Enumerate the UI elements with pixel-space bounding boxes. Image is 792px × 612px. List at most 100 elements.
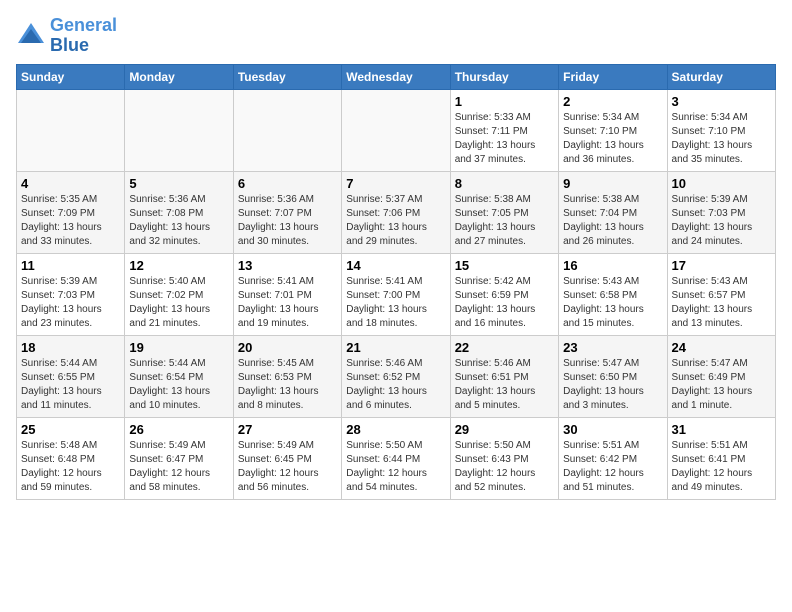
day-number: 5 [129,176,228,191]
day-info: Sunrise: 5:49 AM Sunset: 6:45 PM Dayligh… [238,439,337,495]
day-number: 13 [238,258,337,273]
day-info: Sunrise: 5:46 AM Sunset: 6:52 PM Dayligh… [346,357,445,413]
day-number: 1 [455,94,554,109]
day-number: 11 [21,258,120,273]
calendar-cell [342,89,450,171]
calendar-cell: 8 Sunrise: 5:38 AM Sunset: 7:05 PM Daylig… [450,171,558,253]
day-number: 23 [563,340,662,355]
calendar-cell: 12 Sunrise: 5:40 AM Sunset: 7:02 PM Dayli… [125,253,233,335]
calendar-cell: 29 Sunrise: 5:50 AM Sunset: 6:43 PM Dayli… [450,417,558,499]
weekday-header: Sunday [17,64,125,89]
calendar-cell: 10Sunrise: 5:39 AM Sunset: 7:03 PM Dayli… [667,171,775,253]
calendar-cell: 6Sunrise: 5:36 AM Sunset: 7:07 PM Daylig… [233,171,341,253]
day-number: 21 [346,340,445,355]
day-number: 28 [346,422,445,437]
day-info: Sunrise: 5:47 AM Sunset: 6:49 PM Dayligh… [672,357,771,413]
day-info: Sunrise: 5:41 AM Sunset: 7:00 PM Dayligh… [346,275,445,331]
calendar-cell: 18 Sunrise: 5:44 AM Sunset: 6:55 PM Dayli… [17,335,125,417]
page-header: General Blue [16,16,776,56]
weekday-header: Monday [125,64,233,89]
calendar-cell: 28Sunrise: 5:50 AM Sunset: 6:44 PM Dayli… [342,417,450,499]
day-number: 19 [129,340,228,355]
day-number: 9 [563,176,662,191]
calendar-week: 4Sunrise: 5:35 AM Sunset: 7:09 PM Daylig… [17,171,776,253]
day-number: 12 [129,258,228,273]
day-number: 4 [21,176,120,191]
logo-text: General Blue [50,16,117,56]
day-number: 27 [238,422,337,437]
day-info: Sunrise: 5:34 AM Sunset: 7:10 PM Dayligh… [672,111,771,167]
header-row: SundayMondayTuesdayWednesdayThursdayFrid… [17,64,776,89]
logo: General Blue [16,16,117,56]
calendar-cell: 3 Sunrise: 5:34 AM Sunset: 7:10 PM Daylig… [667,89,775,171]
weekday-header: Friday [559,64,667,89]
calendar-cell: 17 Sunrise: 5:43 AM Sunset: 6:57 PM Dayli… [667,253,775,335]
day-number: 17 [672,258,771,273]
calendar-cell: 19 Sunrise: 5:44 AM Sunset: 6:54 PM Dayli… [125,335,233,417]
calendar-cell: 7 Sunrise: 5:37 AM Sunset: 7:06 PM Daylig… [342,171,450,253]
calendar-cell: 4Sunrise: 5:35 AM Sunset: 7:09 PM Daylig… [17,171,125,253]
calendar-cell: 24Sunrise: 5:47 AM Sunset: 6:49 PM Dayli… [667,335,775,417]
day-number: 14 [346,258,445,273]
day-info: Sunrise: 5:45 AM Sunset: 6:53 PM Dayligh… [238,357,337,413]
day-info: Sunrise: 5:34 AM Sunset: 7:10 PM Dayligh… [563,111,662,167]
logo-icon [16,21,46,51]
calendar-week: 1 Sunrise: 5:33 AM Sunset: 7:11 PM Daylig… [17,89,776,171]
day-info: Sunrise: 5:49 AM Sunset: 6:47 PM Dayligh… [129,439,228,495]
day-number: 7 [346,176,445,191]
day-number: 30 [563,422,662,437]
weekday-header: Tuesday [233,64,341,89]
day-info: Sunrise: 5:33 AM Sunset: 7:11 PM Dayligh… [455,111,554,167]
calendar-table: SundayMondayTuesdayWednesdayThursdayFrid… [16,64,776,500]
calendar-cell [233,89,341,171]
calendar-cell: 27 Sunrise: 5:49 AM Sunset: 6:45 PM Dayli… [233,417,341,499]
calendar-cell: 13Sunrise: 5:41 AM Sunset: 7:01 PM Dayli… [233,253,341,335]
day-info: Sunrise: 5:51 AM Sunset: 6:41 PM Dayligh… [672,439,771,495]
day-number: 20 [238,340,337,355]
day-number: 15 [455,258,554,273]
day-info: Sunrise: 5:46 AM Sunset: 6:51 PM Dayligh… [455,357,554,413]
calendar-week: 18 Sunrise: 5:44 AM Sunset: 6:55 PM Dayli… [17,335,776,417]
day-number: 31 [672,422,771,437]
calendar-cell: 26 Sunrise: 5:49 AM Sunset: 6:47 PM Dayli… [125,417,233,499]
calendar-cell: 23 Sunrise: 5:47 AM Sunset: 6:50 PM Dayli… [559,335,667,417]
calendar-cell: 20 Sunrise: 5:45 AM Sunset: 6:53 PM Dayli… [233,335,341,417]
day-info: Sunrise: 5:43 AM Sunset: 6:57 PM Dayligh… [672,275,771,331]
day-number: 18 [21,340,120,355]
day-info: Sunrise: 5:39 AM Sunset: 7:03 PM Dayligh… [672,193,771,249]
day-number: 6 [238,176,337,191]
day-number: 25 [21,422,120,437]
day-number: 29 [455,422,554,437]
day-info: Sunrise: 5:44 AM Sunset: 6:55 PM Dayligh… [21,357,120,413]
day-info: Sunrise: 5:42 AM Sunset: 6:59 PM Dayligh… [455,275,554,331]
calendar-cell: 1 Sunrise: 5:33 AM Sunset: 7:11 PM Daylig… [450,89,558,171]
day-number: 2 [563,94,662,109]
day-number: 26 [129,422,228,437]
day-info: Sunrise: 5:38 AM Sunset: 7:04 PM Dayligh… [563,193,662,249]
calendar-cell: 30Sunrise: 5:51 AM Sunset: 6:42 PM Dayli… [559,417,667,499]
calendar-week: 25Sunrise: 5:48 AM Sunset: 6:48 PM Dayli… [17,417,776,499]
calendar-cell: 15 Sunrise: 5:42 AM Sunset: 6:59 PM Dayli… [450,253,558,335]
calendar-cell: 21 Sunrise: 5:46 AM Sunset: 6:52 PM Dayli… [342,335,450,417]
calendar-cell: 5 Sunrise: 5:36 AM Sunset: 7:08 PM Daylig… [125,171,233,253]
day-info: Sunrise: 5:36 AM Sunset: 7:08 PM Dayligh… [129,193,228,249]
day-info: Sunrise: 5:39 AM Sunset: 7:03 PM Dayligh… [21,275,120,331]
calendar-cell: 22Sunrise: 5:46 AM Sunset: 6:51 PM Dayli… [450,335,558,417]
day-info: Sunrise: 5:38 AM Sunset: 7:05 PM Dayligh… [455,193,554,249]
day-info: Sunrise: 5:50 AM Sunset: 6:43 PM Dayligh… [455,439,554,495]
weekday-header: Wednesday [342,64,450,89]
day-number: 3 [672,94,771,109]
day-info: Sunrise: 5:47 AM Sunset: 6:50 PM Dayligh… [563,357,662,413]
calendar-week: 11 Sunrise: 5:39 AM Sunset: 7:03 PM Dayli… [17,253,776,335]
day-info: Sunrise: 5:44 AM Sunset: 6:54 PM Dayligh… [129,357,228,413]
day-number: 8 [455,176,554,191]
day-number: 16 [563,258,662,273]
calendar-cell: 25Sunrise: 5:48 AM Sunset: 6:48 PM Dayli… [17,417,125,499]
calendar-cell: 11 Sunrise: 5:39 AM Sunset: 7:03 PM Dayli… [17,253,125,335]
day-info: Sunrise: 5:43 AM Sunset: 6:58 PM Dayligh… [563,275,662,331]
calendar-cell: 9 Sunrise: 5:38 AM Sunset: 7:04 PM Daylig… [559,171,667,253]
calendar-cell: 14 Sunrise: 5:41 AM Sunset: 7:00 PM Dayli… [342,253,450,335]
day-info: Sunrise: 5:40 AM Sunset: 7:02 PM Dayligh… [129,275,228,331]
day-info: Sunrise: 5:37 AM Sunset: 7:06 PM Dayligh… [346,193,445,249]
calendar-cell [125,89,233,171]
